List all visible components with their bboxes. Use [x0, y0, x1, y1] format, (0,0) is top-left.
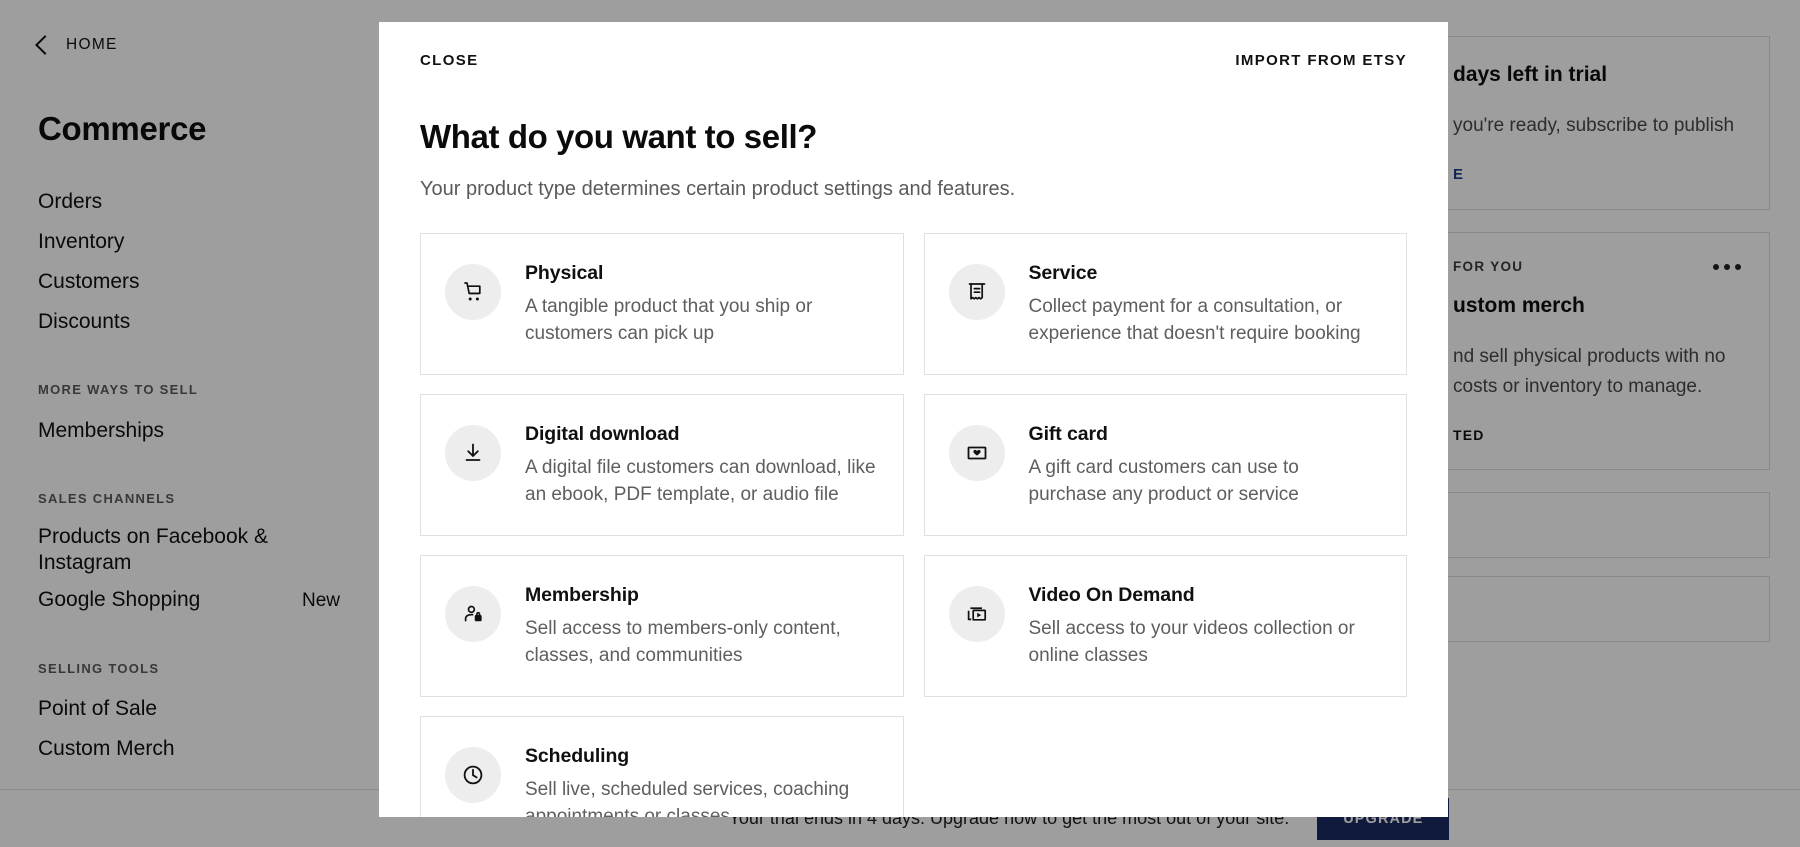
card-description: Collect payment for a consultation, or e…: [1029, 294, 1383, 348]
product-type-card-gift-card[interactable]: Gift card A gift card customers can use …: [924, 394, 1408, 536]
video-stack-play-icon: [949, 586, 1005, 642]
product-type-card-digital-download[interactable]: Digital download A digital file customer…: [420, 394, 904, 536]
card-title: Service: [1029, 262, 1383, 285]
card-text: Physical A tangible product that you shi…: [525, 260, 879, 348]
card-title: Gift card: [1029, 423, 1383, 446]
modal-subheading: Your product type determines certain pro…: [420, 178, 1407, 201]
card-text: Service Collect payment for a consultati…: [1029, 260, 1383, 348]
modal-heading: What do you want to sell?: [420, 118, 1407, 156]
product-type-card-scheduling[interactable]: Scheduling Sell live, scheduled services…: [420, 716, 904, 817]
product-type-card-video-on-demand[interactable]: Video On Demand Sell access to your vide…: [924, 555, 1408, 697]
card-title: Video On Demand: [1029, 584, 1383, 607]
card-text: Digital download A digital file customer…: [525, 421, 879, 509]
card-title: Membership: [525, 584, 879, 607]
card-description: A gift card customers can use to purchas…: [1029, 455, 1383, 509]
card-text: Video On Demand Sell access to your vide…: [1029, 582, 1383, 670]
modal-toolbar: CLOSE IMPORT FROM ETSY: [379, 22, 1448, 98]
import-from-etsy-button[interactable]: IMPORT FROM ETSY: [1235, 52, 1407, 69]
card-text: Gift card A gift card customers can use …: [1029, 421, 1383, 509]
card-title: Physical: [525, 262, 879, 285]
card-description: Sell access to members-only content, cla…: [525, 616, 879, 670]
clock-icon: [445, 747, 501, 803]
card-title: Digital download: [525, 423, 879, 446]
card-text: Membership Sell access to members-only c…: [525, 582, 879, 670]
download-icon: [445, 425, 501, 481]
card-title: Scheduling: [525, 745, 879, 768]
product-type-grid: Physical A tangible product that you shi…: [420, 233, 1407, 817]
shopping-cart-icon: [445, 264, 501, 320]
gift-card-heart-icon: [949, 425, 1005, 481]
card-description: Sell access to your videos collection or…: [1029, 616, 1383, 670]
product-type-card-service[interactable]: Service Collect payment for a consultati…: [924, 233, 1408, 375]
person-lock-icon: [445, 586, 501, 642]
card-text: Scheduling Sell live, scheduled services…: [525, 743, 879, 817]
product-type-modal: CLOSE IMPORT FROM ETSY What do you want …: [379, 22, 1448, 817]
card-description: A digital file customers can download, l…: [525, 455, 879, 509]
card-description: A tangible product that you ship or cust…: [525, 294, 879, 348]
product-type-card-physical[interactable]: Physical A tangible product that you shi…: [420, 233, 904, 375]
product-type-card-membership[interactable]: Membership Sell access to members-only c…: [420, 555, 904, 697]
modal-body: What do you want to sell? Your product t…: [379, 118, 1448, 817]
receipt-icon: [949, 264, 1005, 320]
close-button[interactable]: CLOSE: [420, 52, 478, 69]
card-description: Sell live, scheduled services, coaching …: [525, 777, 879, 817]
